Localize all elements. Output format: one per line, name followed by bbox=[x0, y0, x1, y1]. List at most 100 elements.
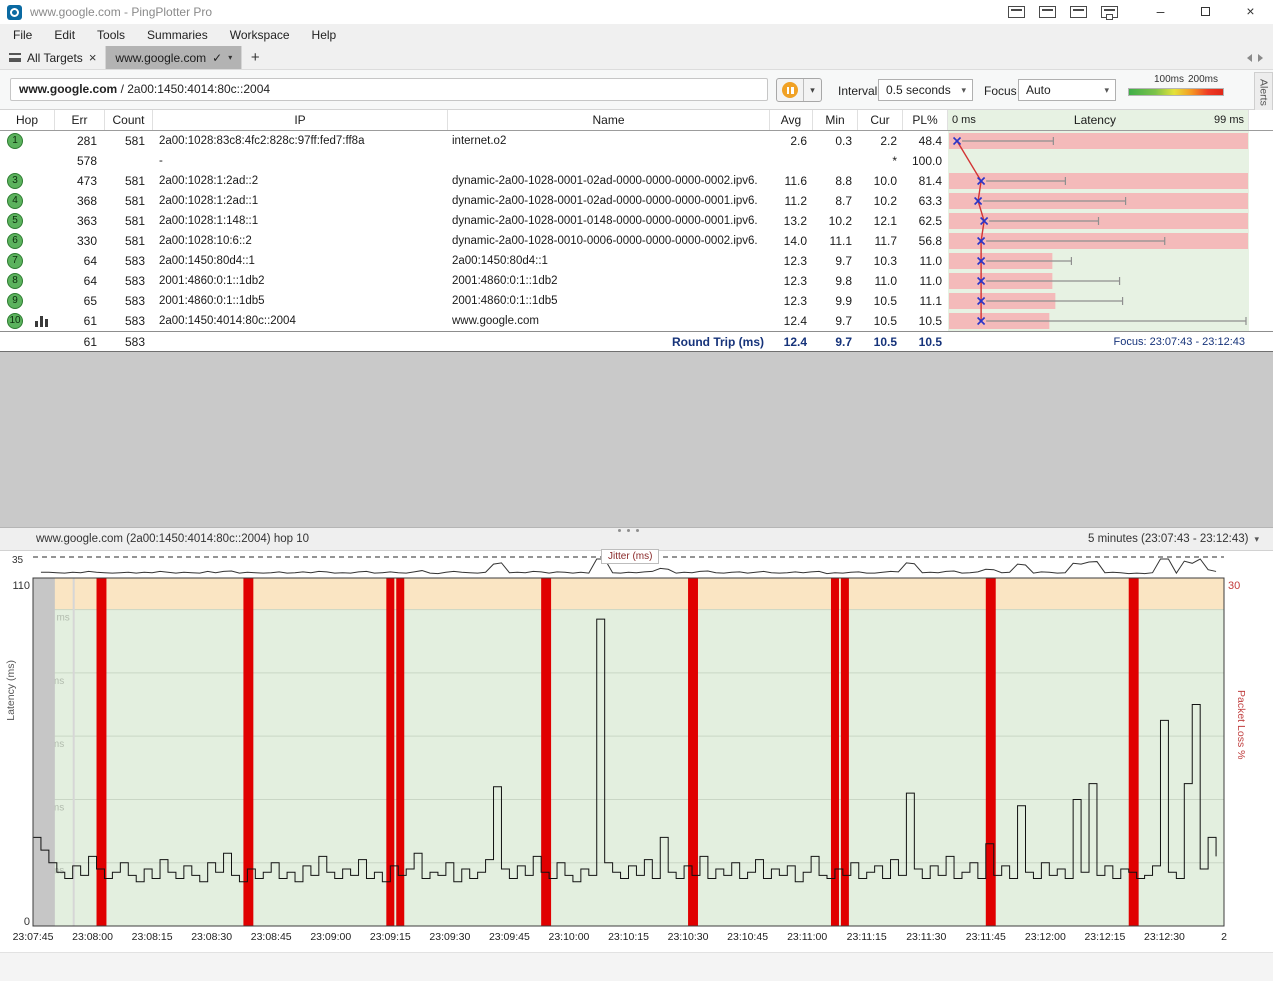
hop-number-badge: 4 bbox=[7, 193, 23, 209]
summary-avg: 12.4 bbox=[770, 332, 813, 351]
focus-select[interactable]: Auto ▾ bbox=[1018, 79, 1116, 101]
col-header-cur[interactable]: Cur bbox=[858, 110, 903, 130]
cell-count: 583 bbox=[105, 251, 153, 271]
cell-pl: 11.0 bbox=[903, 251, 948, 271]
cell-avg bbox=[770, 151, 813, 171]
col-header-pl[interactable]: PL% bbox=[903, 110, 948, 130]
table-row[interactable]: 43685812a00:1028:1:2ad::1dynamic-2a00-10… bbox=[0, 191, 1273, 211]
table-row[interactable]: 12815812a00:1028:83c8:4fc2:828c:97ff:fed… bbox=[0, 131, 1273, 151]
x-tick-label: 23:12:00 bbox=[1025, 931, 1066, 943]
table-row[interactable]: 578-*100.0 bbox=[0, 151, 1273, 171]
menu-item-workspace[interactable]: Workspace bbox=[219, 24, 301, 46]
col-header-name[interactable]: Name bbox=[448, 110, 770, 130]
menu-item-summaries[interactable]: Summaries bbox=[136, 24, 219, 46]
maximize-button[interactable] bbox=[1183, 0, 1228, 24]
cell-pl: 11.1 bbox=[903, 291, 948, 311]
tab-all-targets[interactable]: All Targets × bbox=[0, 46, 106, 69]
splitter-handle[interactable] bbox=[618, 529, 621, 532]
tab-target[interactable]: www.google.com ✓ ▾ bbox=[106, 46, 242, 69]
chevron-down-icon[interactable]: ▾ bbox=[228, 53, 232, 62]
new-tab-button[interactable]: + bbox=[242, 46, 268, 69]
alerts-side-tab[interactable]: Alerts bbox=[1254, 72, 1273, 112]
cell-hop: 6 bbox=[0, 231, 55, 251]
x-tick-label: 23:11:30 bbox=[906, 931, 946, 943]
table-row[interactable]: 9655832001:4860:0:1::1db52001:4860:0:1::… bbox=[0, 291, 1273, 311]
col-header-avg[interactable]: Avg bbox=[770, 110, 813, 130]
packet-loss-bar bbox=[841, 578, 849, 926]
interval-label: Interval bbox=[838, 84, 877, 98]
cell-latency-graph bbox=[948, 171, 1249, 191]
cell-latency-graph bbox=[948, 251, 1249, 271]
cell-min: 9.8 bbox=[813, 271, 858, 291]
minimize-button[interactable]: – bbox=[1138, 0, 1183, 24]
scroll-tabs-right-icon[interactable] bbox=[1258, 54, 1263, 62]
pause-resume-button[interactable]: ▾ bbox=[776, 78, 822, 102]
cell-ip: 2a00:1028:10:6::2 bbox=[153, 231, 448, 251]
x-tick-label: 23:09:30 bbox=[429, 931, 470, 943]
cell-err: 61 bbox=[55, 311, 105, 331]
col-header-count[interactable]: Count bbox=[105, 110, 153, 130]
hop-number-badge: 6 bbox=[7, 233, 23, 249]
col-header-latency[interactable]: 0 ms Latency 99 ms bbox=[948, 110, 1249, 130]
jitter-label: Jitter (ms) bbox=[601, 549, 659, 564]
table-row[interactable]: 63305812a00:1028:10:6::2dynamic-2a00-102… bbox=[0, 231, 1273, 251]
monitor-icon[interactable] bbox=[1070, 6, 1087, 18]
horizontal-scrollbar[interactable] bbox=[0, 952, 1273, 981]
menu-item-edit[interactable]: Edit bbox=[43, 24, 86, 46]
hop-number-badge: 9 bbox=[7, 293, 23, 309]
table-row[interactable]: 10615832a00:1450:4014:80c::2004www.googl… bbox=[0, 311, 1273, 331]
latency-header-label: Latency bbox=[980, 110, 1210, 130]
table-body: 12815812a00:1028:83c8:4fc2:828c:97ff:fed… bbox=[0, 131, 1273, 331]
interval-select[interactable]: 0.5 seconds ▾ bbox=[878, 79, 973, 101]
table-row[interactable]: 7645832a00:1450:80d4::12a00:1450:80d4::1… bbox=[0, 251, 1273, 271]
y-axis-min-label: 0 bbox=[22, 916, 30, 928]
keyboard-icon[interactable] bbox=[1008, 6, 1025, 18]
summary-cur: 10.5 bbox=[858, 332, 903, 351]
x-tick-label: 23:11:15 bbox=[847, 931, 887, 943]
packet-loss-bar bbox=[243, 578, 253, 926]
col-header-err[interactable]: Err bbox=[55, 110, 105, 130]
list-icon bbox=[9, 53, 21, 62]
hop-number-badge: 5 bbox=[7, 213, 23, 229]
window-layout-icon[interactable] bbox=[1039, 6, 1056, 18]
window-title: www.google.com - PingPlotter Pro bbox=[30, 5, 212, 19]
cell-latency-graph bbox=[948, 311, 1249, 331]
printer-icon[interactable] bbox=[1101, 6, 1118, 18]
cell-name: 2a00:1450:80d4::1 bbox=[448, 251, 770, 271]
scroll-tabs-left-icon[interactable] bbox=[1247, 54, 1252, 62]
table-row[interactable]: 34735812a00:1028:1:2ad::2dynamic-2a00-10… bbox=[0, 171, 1273, 191]
tab-target-label: www.google.com bbox=[115, 51, 206, 65]
graph-panel-header: www.google.com (2a00:1450:4014:80c::2004… bbox=[0, 527, 1273, 551]
col-header-ip[interactable]: IP bbox=[153, 110, 448, 130]
cell-name: 2001:4860:0:1::1db2 bbox=[448, 271, 770, 291]
graph-indicator-icon bbox=[35, 316, 48, 327]
cell-hop: 10 bbox=[0, 311, 55, 331]
summary-label: Round Trip (ms) bbox=[448, 332, 770, 351]
col-header-hop[interactable]: Hop bbox=[0, 110, 55, 130]
close-button[interactable]: × bbox=[1228, 0, 1273, 24]
cell-pl: 10.5 bbox=[903, 311, 948, 331]
pause-icon[interactable] bbox=[777, 79, 804, 101]
cell-ip: 2a00:1028:1:148::1 bbox=[153, 211, 448, 231]
target-address-input[interactable]: www.google.com / 2a00:1450:4014:80c::200… bbox=[10, 78, 768, 101]
cell-count: 583 bbox=[105, 291, 153, 311]
x-tick-label: 23:11:45 bbox=[966, 931, 1006, 943]
cell-cur: 10.3 bbox=[858, 251, 903, 271]
col-header-min[interactable]: Min bbox=[813, 110, 858, 130]
latency-color-scale: 100ms 200ms bbox=[1128, 74, 1224, 104]
cell-latency-graph bbox=[948, 191, 1249, 211]
graph-time-range[interactable]: 5 minutes (23:07:43 - 23:12:43) bbox=[1088, 533, 1248, 545]
menu-item-file[interactable]: File bbox=[2, 24, 43, 46]
cell-hop: 8 bbox=[0, 271, 55, 291]
table-row[interactable]: 8645832001:4860:0:1::1db22001:4860:0:1::… bbox=[0, 271, 1273, 291]
chevron-down-icon[interactable]: ▾ bbox=[1254, 534, 1259, 545]
menu-item-tools[interactable]: Tools bbox=[86, 24, 136, 46]
pause-dropdown[interactable]: ▾ bbox=[804, 79, 821, 101]
close-tab-icon[interactable]: × bbox=[89, 51, 97, 64]
graph-target-label: www.google.com (2a00:1450:4014:80c::2004… bbox=[36, 533, 309, 545]
menu-item-help[interactable]: Help bbox=[301, 24, 348, 46]
x-tick-label: 23:10:00 bbox=[549, 931, 590, 943]
table-row[interactable]: 53635812a00:1028:1:148::1dynamic-2a00-10… bbox=[0, 211, 1273, 231]
cell-hop: 9 bbox=[0, 291, 55, 311]
cell-count: 581 bbox=[105, 171, 153, 191]
